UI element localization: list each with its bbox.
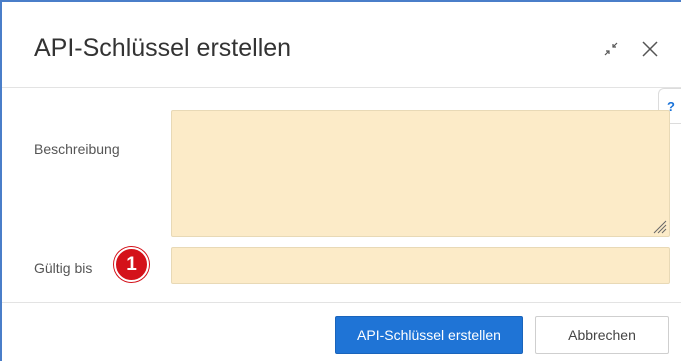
valid-until-label: Gültig bis xyxy=(34,260,93,276)
cancel-button[interactable]: Abbrechen xyxy=(535,316,669,354)
create-api-key-dialog: API-Schlüssel erstellen ? Beschreibung G… xyxy=(0,0,681,361)
dialog-header: API-Schlüssel erstellen xyxy=(2,2,681,88)
description-textarea[interactable] xyxy=(171,110,670,237)
description-label: Beschreibung xyxy=(34,141,120,157)
minimize-arrows-icon[interactable] xyxy=(601,39,621,59)
close-icon[interactable] xyxy=(639,38,661,60)
create-api-key-button[interactable]: API-Schlüssel erstellen xyxy=(335,316,523,354)
dialog-title: API-Schlüssel erstellen xyxy=(34,34,292,62)
step-number-badge: 1 xyxy=(114,247,149,282)
resize-grip-icon[interactable] xyxy=(652,219,667,234)
valid-until-field[interactable] xyxy=(171,247,670,284)
